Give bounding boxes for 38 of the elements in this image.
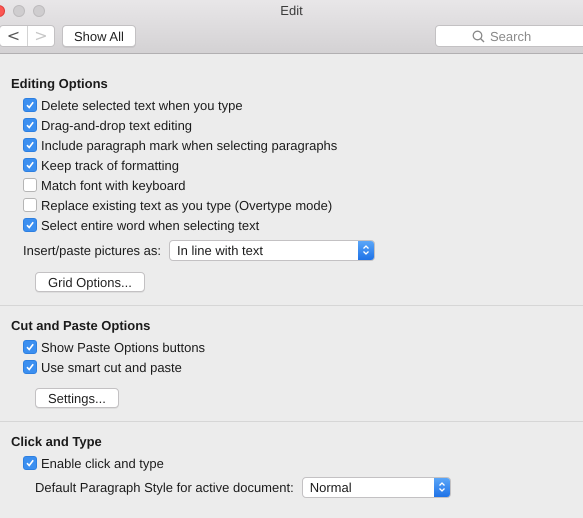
dropdown[interactable]: In line with text: [169, 240, 376, 260]
checkbox[interactable]: [23, 360, 37, 374]
checkbox[interactable]: [23, 118, 37, 132]
checkbox-label: Enable click and type: [41, 456, 164, 470]
checkbox-label: Delete selected text when you type: [41, 98, 243, 112]
up-down-arrows-icon: [362, 244, 370, 256]
checkbox[interactable]: [23, 218, 37, 232]
checkbox-label: Keep track of formatting: [41, 158, 180, 172]
checkmark-icon: [25, 220, 35, 230]
checkbox-label: Replace existing text as you type (Overtype mode): [41, 198, 332, 212]
push-button[interactable]: Grid Options...: [35, 272, 145, 292]
section-heading: Cut and Paste Options: [11, 318, 152, 333]
checkbox-label: Match font with keyboard: [41, 178, 186, 192]
checkbox-label: Use smart cut and paste: [41, 360, 182, 374]
show-all-button[interactable]: Show All: [62, 25, 136, 47]
section-heading: Editing Options: [11, 76, 109, 91]
search-field[interactable]: Search: [435, 25, 583, 47]
checkbox[interactable]: [23, 178, 37, 192]
window-title: Edit: [280, 3, 303, 18]
up-down-arrows-icon: [438, 481, 446, 493]
checkbox-label: Drag-and-drop text editing: [41, 118, 192, 132]
select-label: Default Paragraph Style for active document:: [35, 480, 294, 494]
checkbox[interactable]: [23, 456, 37, 470]
select-label: Insert/paste pictures as:: [23, 242, 162, 258]
checkbox-label: Include paragraph mark when selecting paragraphs: [41, 138, 338, 152]
checkbox-label: Select entire word when selecting text: [41, 218, 260, 232]
back-button[interactable]: <: [0, 26, 27, 46]
checkbox-label: Show Paste Options buttons: [41, 340, 206, 354]
search-icon: [472, 30, 485, 43]
checkbox[interactable]: [23, 158, 37, 172]
checkbox[interactable]: [23, 198, 37, 212]
checkbox[interactable]: [23, 98, 37, 112]
dropdown[interactable]: Normal: [302, 476, 451, 498]
push-button[interactable]: Settings...: [35, 388, 119, 408]
checkmark-icon: [25, 458, 35, 468]
checkbox[interactable]: [23, 138, 37, 152]
section-heading: Click and Type: [11, 434, 103, 449]
checkbox[interactable]: [23, 340, 37, 354]
